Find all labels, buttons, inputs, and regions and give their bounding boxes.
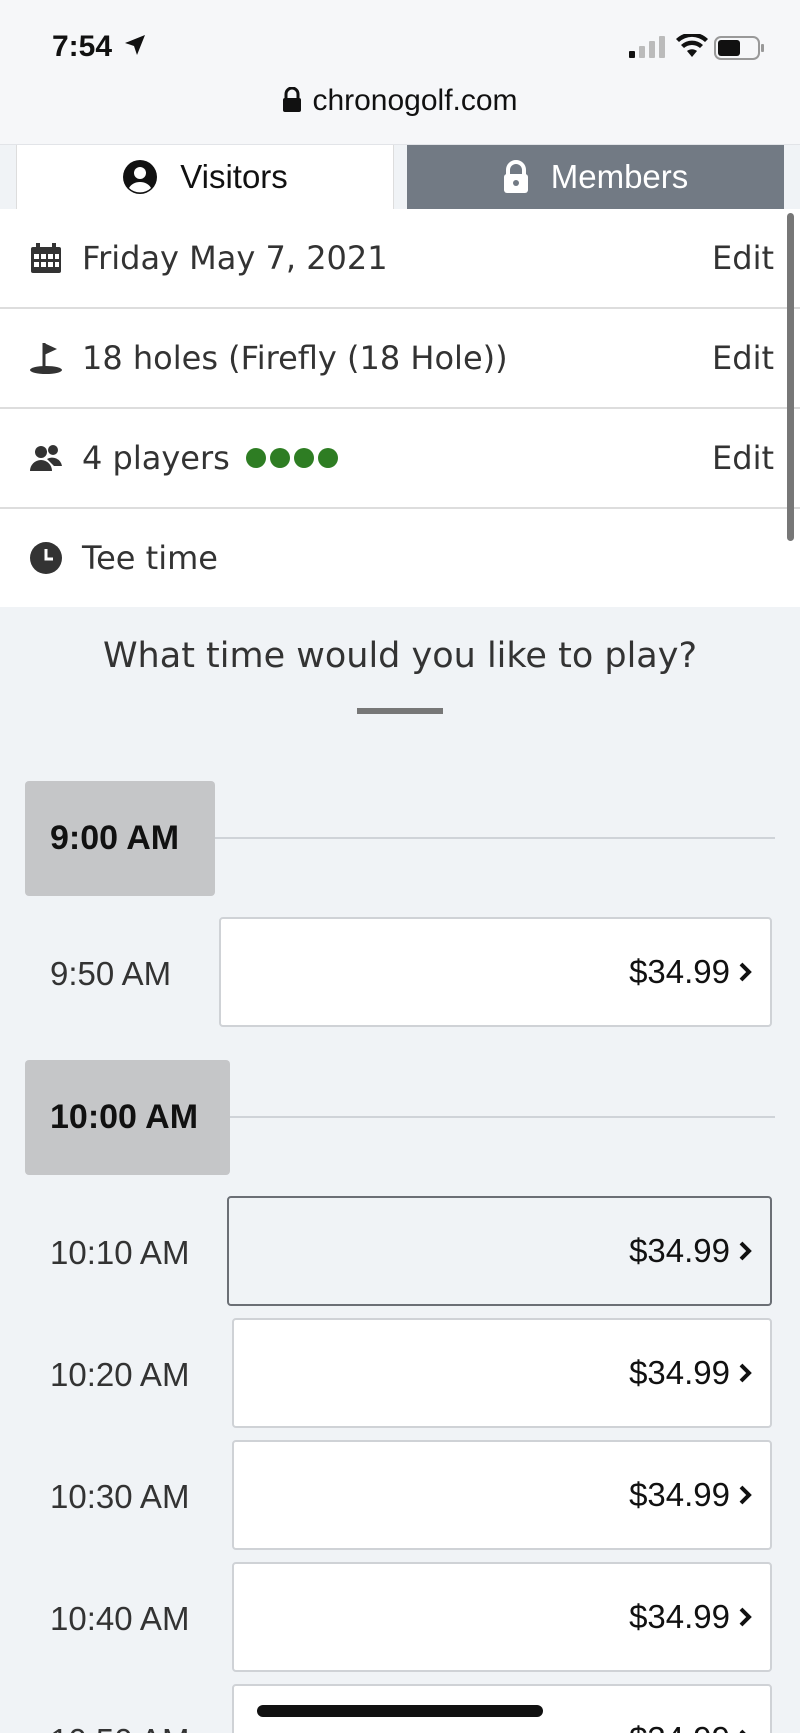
calendar-icon bbox=[28, 240, 64, 276]
slot-time: 10:40 AM bbox=[50, 1600, 190, 1637]
slot-price: $34.99 bbox=[629, 1476, 730, 1513]
chevron-right-icon bbox=[739, 1241, 752, 1261]
tee-time-slot-button[interactable]: $34.99 bbox=[232, 1562, 772, 1672]
chevron-right-icon bbox=[739, 1607, 752, 1627]
status-time: 7:54 bbox=[52, 30, 113, 63]
hour-divider bbox=[215, 837, 775, 839]
home-indicator[interactable] bbox=[257, 1705, 543, 1717]
tab-members[interactable]: Members bbox=[407, 145, 784, 209]
players-row: 4 players Edit bbox=[0, 409, 800, 509]
players-label: 4 players bbox=[82, 439, 230, 477]
wifi-icon bbox=[676, 32, 708, 62]
edit-date-link[interactable]: Edit bbox=[712, 239, 774, 277]
tee-time-label: Tee time bbox=[82, 539, 218, 577]
address-bar[interactable]: chronogolf.com bbox=[0, 84, 800, 121]
url-text: chronogolf.com bbox=[312, 84, 518, 117]
chevron-right-icon bbox=[739, 962, 752, 982]
tee-time-slot-button[interactable]: $34.99 bbox=[232, 1440, 772, 1550]
location-arrow-icon bbox=[124, 34, 146, 60]
tee-time-slot-button[interactable]: $34.99 bbox=[219, 917, 772, 1027]
users-icon bbox=[28, 440, 64, 476]
hour-divider bbox=[230, 1116, 775, 1118]
tab-visitors[interactable]: Visitors bbox=[16, 145, 394, 209]
booking-type-tabs: Visitors Members bbox=[0, 145, 800, 209]
hour-header-10am: 10:00 AM bbox=[25, 1060, 230, 1175]
lock-icon bbox=[503, 160, 528, 193]
slot-time: 10:10 AM bbox=[50, 1234, 190, 1271]
cellular-signal-icon bbox=[628, 36, 666, 62]
hour-header-9am: 9:00 AM bbox=[25, 781, 215, 896]
time-question-heading: What time would you like to play? bbox=[102, 636, 698, 676]
tee-time-slot-button[interactable]: $34.99 bbox=[227, 1196, 772, 1306]
chevron-right-icon bbox=[739, 1729, 746, 1733]
tab-members-label: Members bbox=[550, 158, 689, 195]
user-circle-icon bbox=[123, 160, 158, 194]
player-dot bbox=[293, 448, 314, 468]
player-dots bbox=[245, 448, 338, 468]
player-dot bbox=[245, 448, 266, 468]
tee-time-row: Tee time bbox=[0, 509, 800, 607]
slot-price: $34.99 bbox=[629, 1720, 730, 1733]
golf-flag-icon bbox=[28, 340, 64, 376]
tab-visitors-label: Visitors bbox=[180, 158, 288, 195]
clock-icon bbox=[28, 540, 64, 576]
browser-status-bar: 7:54 chronogolf.com bbox=[0, 0, 800, 145]
player-dot bbox=[317, 448, 338, 468]
course-row: 18 holes (Firefly (18 Hole)) Edit bbox=[0, 309, 800, 409]
slot-time: 9:50 AM bbox=[50, 955, 172, 992]
lock-icon bbox=[282, 86, 302, 121]
booking-summary: Friday May 7, 2021 Edit 18 holes (Firefl… bbox=[0, 209, 800, 607]
date-row: Friday May 7, 2021 Edit bbox=[0, 209, 800, 309]
slot-time: 10:20 AM bbox=[50, 1356, 190, 1393]
player-dot bbox=[269, 448, 290, 468]
scrollbar[interactable] bbox=[787, 213, 794, 541]
chevron-right-icon bbox=[739, 1485, 752, 1505]
edit-players-link[interactable]: Edit bbox=[712, 439, 774, 477]
slot-price: $34.99 bbox=[629, 953, 730, 990]
chevron-right-icon bbox=[739, 1363, 752, 1383]
slot-time: 10:50 AM bbox=[50, 1722, 189, 1733]
date-label: Friday May 7, 2021 bbox=[82, 239, 388, 277]
edit-course-link[interactable]: Edit bbox=[712, 339, 774, 377]
slot-time: 10:30 AM bbox=[50, 1478, 190, 1515]
battery-icon bbox=[714, 36, 766, 64]
heading-divider bbox=[357, 708, 443, 714]
tee-time-slot-button[interactable]: $34.99 bbox=[232, 1318, 772, 1428]
slot-price: $34.99 bbox=[629, 1354, 730, 1391]
slot-price: $34.99 bbox=[629, 1598, 730, 1635]
slot-price: $34.99 bbox=[629, 1232, 730, 1269]
course-label: 18 holes (Firefly (18 Hole)) bbox=[82, 339, 508, 377]
